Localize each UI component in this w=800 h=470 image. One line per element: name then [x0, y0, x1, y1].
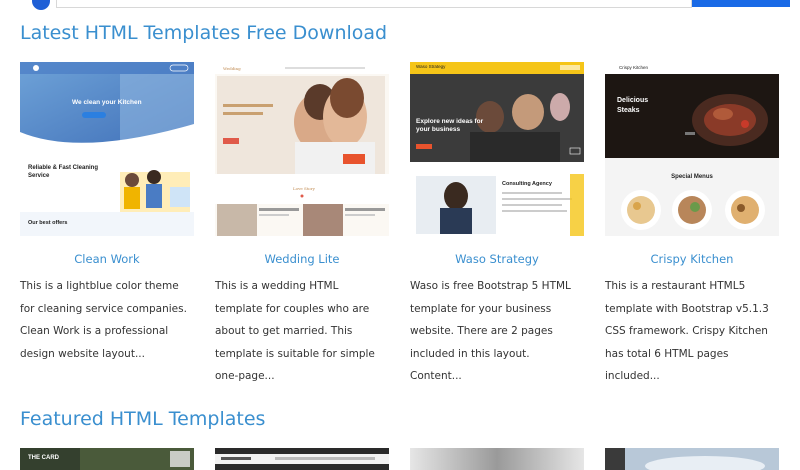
template-thumbnail[interactable]: Crispy Kitchen Delicious Steaks Special … [605, 62, 779, 236]
template-title-link[interactable]: Crispy Kitchen [605, 252, 779, 266]
svg-text:Love Story: Love Story [293, 186, 316, 191]
template-card: Wedding Love Story Wedding Lite This is … [215, 62, 389, 388]
thumb-hero-text: We clean your Kitchen [72, 99, 142, 106]
template-card: Waso Strategy Explore new ideas for your… [410, 62, 584, 388]
featured-template-thumbnail[interactable]: THE CARD [20, 448, 194, 470]
template-title-link[interactable]: Clean Work [20, 252, 194, 266]
template-title-link[interactable]: Waso Strategy [410, 252, 584, 266]
featured-thumb-text: THE CARD [28, 455, 59, 461]
template-title-link[interactable]: Wedding Lite [215, 252, 389, 266]
template-thumbnail[interactable]: Waso Strategy Explore new ideas for your… [410, 62, 584, 236]
svg-text:Wedding: Wedding [223, 66, 241, 71]
template-description: Waso is free Bootstrap 5 HTML template f… [410, 280, 571, 382]
template-thumbnail[interactable]: Wedding Love Story [215, 62, 389, 236]
template-description: This is a restaurant HTML5 template with… [605, 280, 769, 382]
thumb-heading-text: Reliable & Fast Cleaning Service [28, 165, 99, 179]
featured-template-thumbnail[interactable] [605, 448, 779, 470]
site-logo[interactable] [32, 0, 50, 10]
template-thumbnail[interactable]: We clean your Kitchen Reliable & Fast Cl… [20, 62, 194, 236]
thumb-footer-text: Our best offers [28, 220, 68, 226]
thumb-brand-text: Waso Strategy [416, 64, 446, 69]
featured-templates-heading: Featured HTML Templates [20, 408, 266, 430]
thumb-menus-text: Special Menus [671, 174, 713, 180]
featured-template-thumbnail[interactable] [215, 448, 389, 470]
featured-template-thumbnail[interactable] [410, 448, 584, 470]
search-button[interactable] [692, 0, 790, 7]
thumb-hero-text: Delicious Steaks [617, 97, 649, 114]
thumb-hero-text: Explore new ideas for your business [416, 118, 484, 133]
thumb-brand-text: Crispy Kitchen [619, 65, 649, 70]
template-card: Crispy Kitchen Delicious Steaks Special … [605, 62, 779, 388]
top-search-bar [0, 0, 800, 10]
thumb-panel-text: Consulting Agency [502, 181, 552, 187]
template-description: This is a lightblue color theme for clea… [20, 280, 187, 360]
latest-templates-heading: Latest HTML Templates Free Download [20, 22, 388, 44]
template-description: This is a wedding HTML template for coup… [215, 280, 375, 382]
template-card: We clean your Kitchen Reliable & Fast Cl… [20, 62, 194, 365]
search-input[interactable] [56, 0, 692, 8]
